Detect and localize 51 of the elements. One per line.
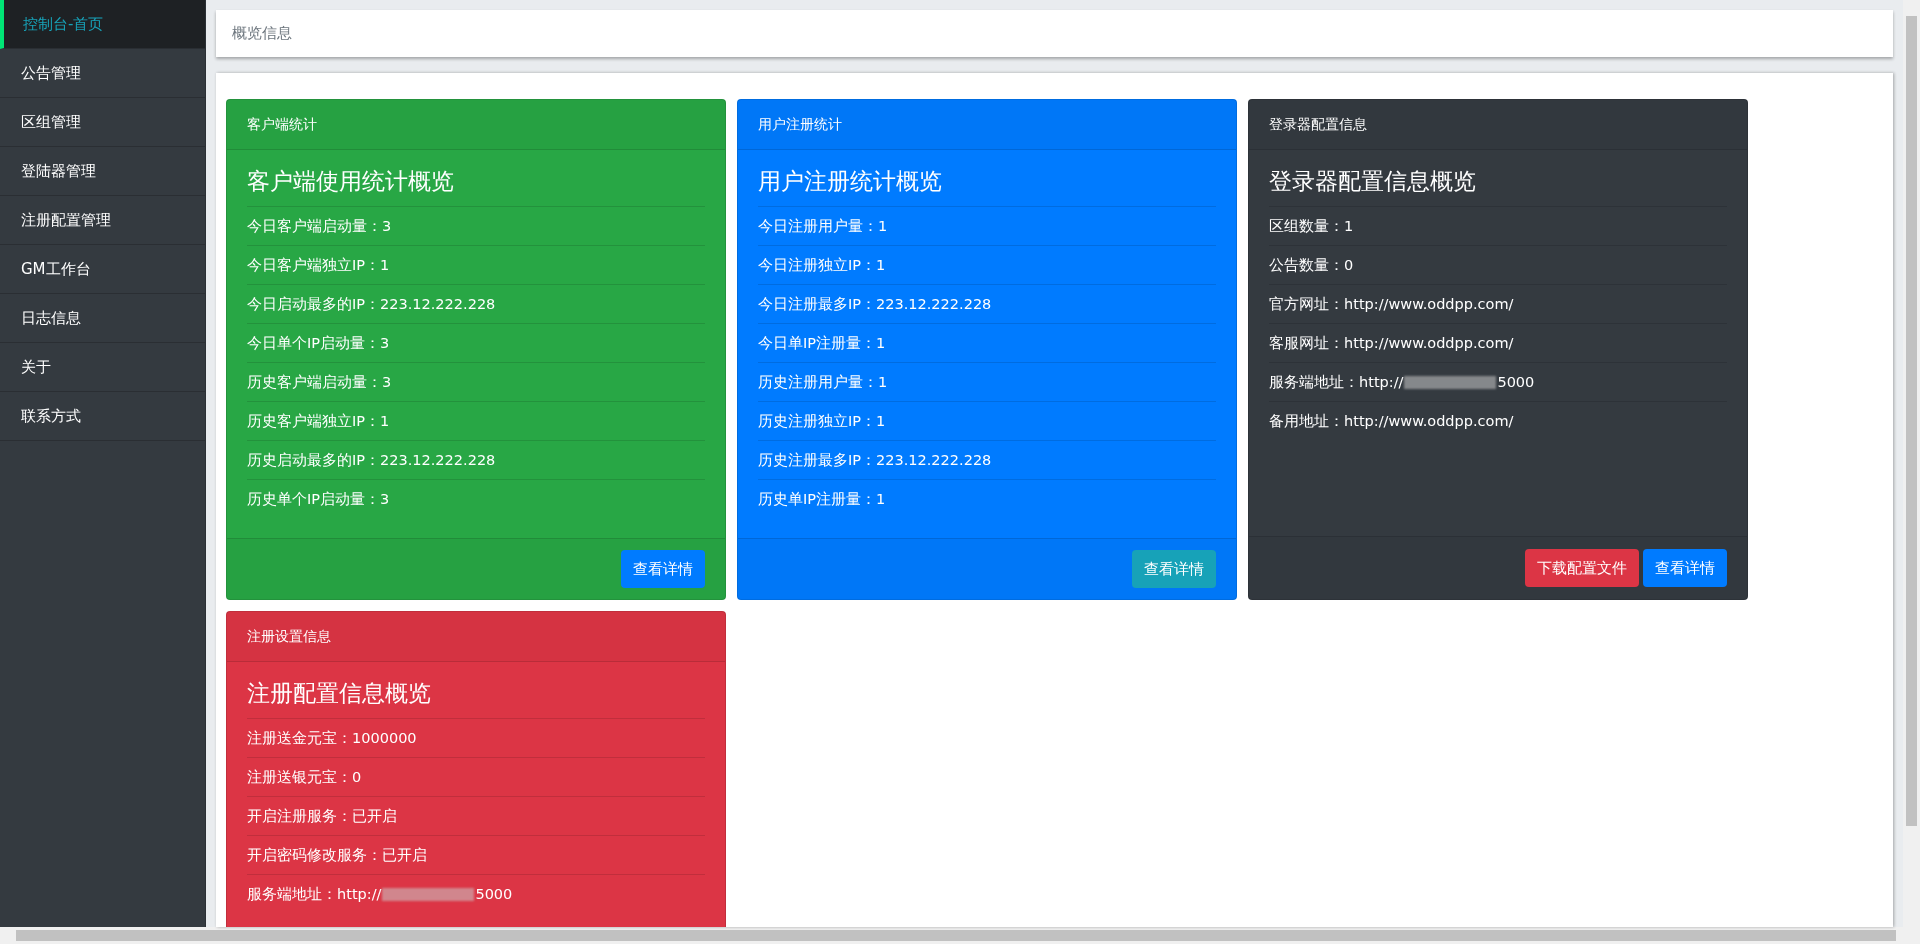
info-text: 开启注册服务：已开启 [247,806,397,826]
info-text: 客服网址：http://www.oddpp.com/ [1269,333,1514,353]
info-text: 历史注册独立IP：1 [758,411,886,431]
info-text: 今日单IP注册量：1 [758,333,886,353]
info-text: 官方网址：http://www.oddpp.com/ [1269,294,1514,314]
card-header: 客户端统计 [227,100,725,150]
info-text: 服务端地址：http:// [247,884,382,904]
info-text: 历史单IP注册量：1 [758,489,886,509]
details-button[interactable]: 下载配置文件 [1525,549,1639,587]
info-text: 今日注册独立IP：1 [758,255,886,275]
info-text: 区组数量：1 [1269,216,1354,236]
sidebar-item[interactable]: GM工作台 [0,245,205,294]
sidebar-item[interactable]: 控制台-首页 [0,0,205,49]
info-text: 公告数量：0 [1269,255,1354,275]
details-button[interactable]: 查看详情 [621,550,705,588]
info-text: 服务端地址：http:// [1269,372,1404,392]
sidebar-item[interactable]: 注册配置管理 [0,196,205,245]
card-title: 登录器配置信息概览 [1269,166,1727,207]
info-text: 注册送银元宝：0 [247,767,362,787]
info-text: 今日注册最多IP：223.12.222.228 [758,294,992,314]
details-button[interactable]: 查看详情 [1643,549,1727,587]
horizontal-scrollbar[interactable] [0,927,1920,944]
info-text: 今日注册用户量：1 [758,216,888,236]
info-text: 历史注册最多IP：223.12.222.228 [758,450,992,470]
sidebar-item[interactable]: 关于 [0,343,205,392]
info-text: 5000 [1497,374,1535,390]
info-text: 5000 [475,886,513,902]
info-text: 历史客户端独立IP：1 [247,411,390,431]
card-title: 用户注册统计概览 [758,166,1216,207]
card-title: 客户端使用统计概览 [247,166,705,207]
info-text: 今日启动最多的IP：223.12.222.228 [247,294,496,314]
info-text: 今日客户端独立IP：1 [247,255,390,275]
card-title: 注册配置信息概览 [247,678,705,719]
card-header: 注册设置信息 [227,612,725,662]
card-header: 用户注册统计 [738,100,1236,150]
info-text: 今日单个IP启动量：3 [247,333,390,353]
info-text: 今日客户端启动量：3 [247,216,392,236]
info-text: 历史单个IP启动量：3 [247,489,390,509]
vertical-scrollbar[interactable] [1903,0,1920,927]
info-text: 历史启动最多的IP：223.12.222.228 [247,450,496,470]
info-text: 注册送金元宝：1000000 [247,728,417,748]
sidebar-item[interactable]: 公告管理 [0,49,205,98]
sidebar-item[interactable]: 登陆器管理 [0,147,205,196]
sidebar-item[interactable]: 日志信息 [0,294,205,343]
info-text: 备用地址：http://www.oddpp.com/ [1269,411,1514,431]
info-text: 历史注册用户量：1 [758,372,888,392]
sidebar-item[interactable]: 联系方式 [0,392,205,441]
info-text: 开启密码修改服务：已开启 [247,845,427,865]
info-text: 历史客户端启动量：3 [247,372,392,392]
sidebar-item[interactable]: 区组管理 [0,98,205,147]
page-title: 概览信息 [232,24,292,43]
